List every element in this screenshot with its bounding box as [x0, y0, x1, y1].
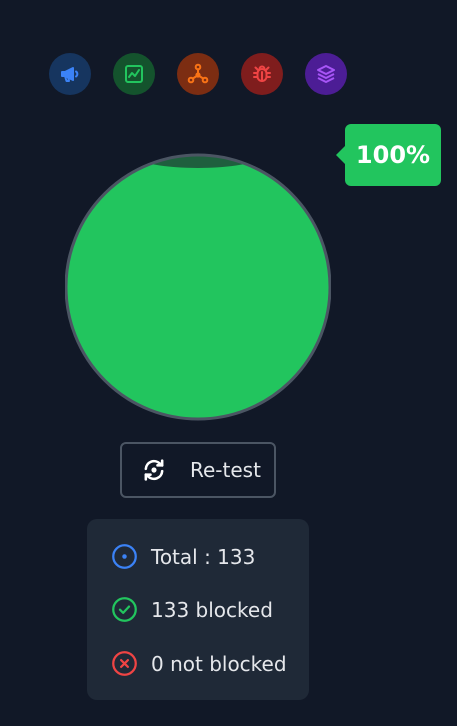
stat-blocked: 133 blocked: [111, 596, 273, 623]
percent-label: 100%: [355, 141, 431, 169]
chart-line-icon[interactable]: [113, 53, 155, 95]
stat-blocked-label: 133 blocked: [151, 597, 273, 622]
refresh-icon: [144, 459, 164, 481]
percent-tooltip: 100%: [336, 124, 441, 186]
stat-not-blocked-label: 0 not blocked: [151, 651, 287, 676]
check-circle-icon: [112, 597, 137, 622]
stat-total-label: Total : 133: [151, 544, 256, 569]
progress-gauge: [65, 153, 331, 421]
retest-button[interactable]: Re-test: [120, 442, 276, 498]
network-nodes-icon[interactable]: [177, 53, 219, 95]
stat-not-blocked: 0 not blocked: [111, 650, 287, 677]
test-results-panel: 100% Re-test Total : 133 133 blocked 0 n…: [0, 0, 457, 726]
bug-icon[interactable]: [241, 53, 283, 95]
stats-panel: Total : 133 133 blocked 0 not blocked: [87, 519, 309, 700]
retest-label: Re-test: [190, 458, 261, 482]
stat-total: Total : 133: [111, 543, 255, 570]
megaphone-icon[interactable]: [49, 53, 91, 95]
x-circle-icon: [112, 651, 137, 676]
target-icon: [112, 544, 137, 569]
layers-icon[interactable]: [305, 53, 347, 95]
